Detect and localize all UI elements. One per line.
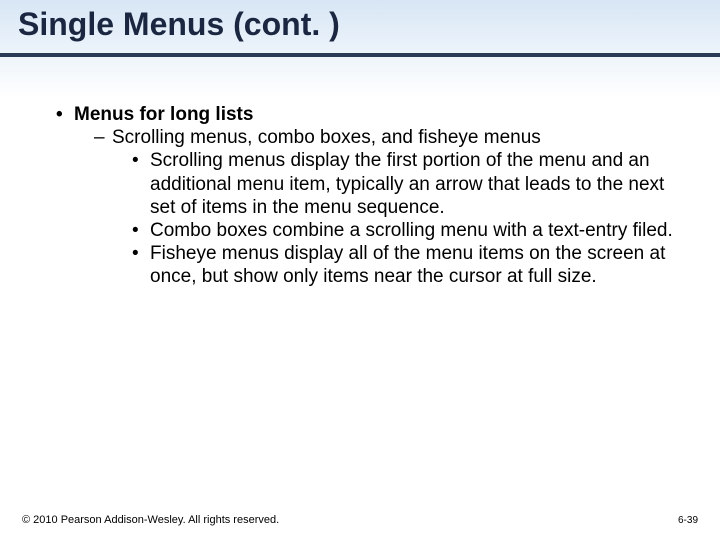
- page-number: 6-39: [678, 515, 698, 526]
- bullet-level3: Combo boxes combine a scrolling menu wit…: [132, 219, 688, 242]
- bullet-level1: Menus for long lists: [56, 103, 688, 126]
- copyright-text: © 2010 Pearson Addison-Wesley. All right…: [22, 514, 279, 526]
- bullet-level2: Scrolling menus, combo boxes, and fishey…: [94, 126, 688, 149]
- slide-footer: © 2010 Pearson Addison-Wesley. All right…: [22, 514, 698, 526]
- slide-title: Single Menus (cont. ): [18, 6, 702, 43]
- bullet-level3: Scrolling menus display the first portio…: [132, 149, 688, 219]
- slide-body: Menus for long lists Scrolling menus, co…: [0, 57, 720, 288]
- bullet-level3: Fisheye menus display all of the menu it…: [132, 242, 688, 288]
- slide: Single Menus (cont. ) Menus for long lis…: [0, 0, 720, 540]
- title-region: Single Menus (cont. ): [0, 0, 720, 43]
